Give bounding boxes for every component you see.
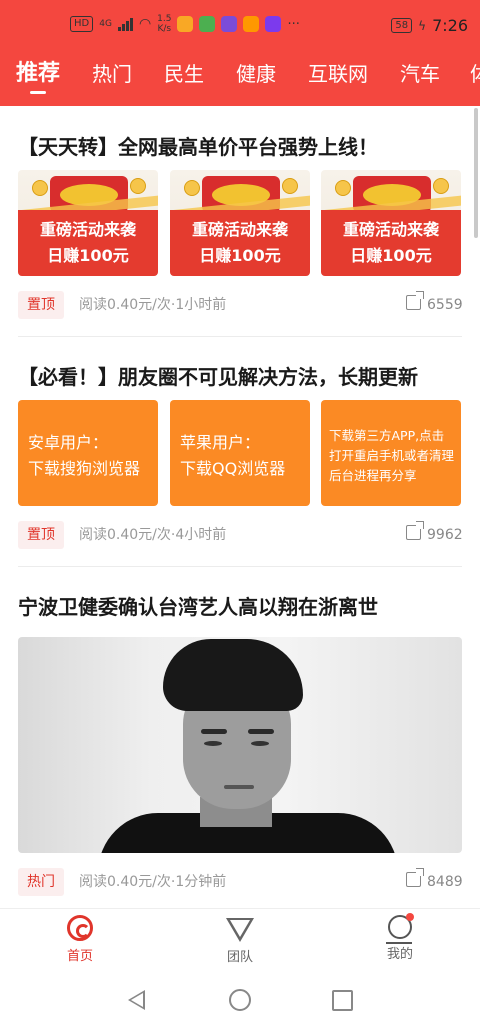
notif-app-icon [221, 16, 238, 32]
share-button[interactable]: 9962 [406, 521, 463, 549]
article-title[interactable]: 【必看！】朋友圈不可见解决方法，长期更新 [18, 361, 418, 390]
share-icon [406, 291, 424, 310]
tile-text: 安卓用户： 下载搜狗浏览器 [28, 433, 141, 478]
promo-headline: 重磅活动来袭 [342, 220, 439, 239]
read-label: 阅读 [79, 297, 107, 313]
divider [18, 566, 462, 567]
promo-subline: 日赚100元 [47, 246, 129, 265]
network-type: 4G [99, 19, 112, 29]
article-meta: 热门 阅读0.40元/次·1分钟前 8489 [18, 868, 463, 898]
back-icon[interactable] [128, 990, 145, 1010]
charging-icon: ϟ [418, 18, 427, 33]
signal-icon [117, 17, 133, 31]
nav-team-label: 团队 [226, 950, 253, 965]
share-count: 8489 [427, 874, 463, 890]
hd-indicator: HD [70, 16, 94, 32]
nav-profile[interactable]: 我的 [360, 913, 440, 962]
battery-icon: 58 [391, 18, 413, 33]
tab-hot[interactable]: 热门 [92, 60, 132, 88]
divider [18, 336, 462, 337]
tab-sports[interactable]: 体 [470, 60, 480, 88]
hot-badge: 热门 [18, 868, 64, 896]
tile-text: 苹果用户： 下载QQ浏览器 [180, 433, 286, 478]
share-count: 6559 [427, 297, 463, 313]
home-icon [67, 915, 93, 941]
read-label: 阅读 [79, 874, 107, 890]
notif-app-icon [265, 16, 282, 32]
notif-app-icon [243, 16, 260, 32]
status-right: 58 ϟ 7:26 [391, 16, 468, 35]
notification-dot [406, 913, 414, 921]
read-price: 0.40元/次 [107, 297, 171, 313]
share-icon [406, 521, 424, 540]
nav-home-label: 首页 [66, 949, 93, 964]
tab-livelihood[interactable]: 民生 [164, 60, 204, 88]
bottom-navigation: 首页 团队 我的 [0, 908, 480, 979]
pinned-badge: 置顶 [18, 521, 64, 549]
profile-icon [386, 913, 414, 944]
share-count: 9962 [427, 527, 463, 543]
nav-home[interactable]: 首页 [40, 915, 120, 964]
home-circle-icon[interactable] [229, 989, 251, 1011]
share-button[interactable]: 8489 [406, 868, 463, 896]
article-meta: 置顶 阅读0.40元/次·4小时前 9962 [18, 521, 463, 551]
article-thumbnail[interactable]: 重磅活动来袭 日赚100元 [170, 170, 310, 276]
nav-profile-label: 我的 [386, 947, 413, 962]
category-tabs: 推荐 热门 民生 健康 互联网 汽车 体 [0, 52, 480, 106]
article-thumbnail[interactable]: 下载第三方APP,点击打开重启手机或者清理后台进程再分享 [321, 400, 461, 506]
read-info: 阅读0.40元/次·4小时前 [79, 521, 226, 549]
wifi-icon: ◠ [138, 16, 152, 32]
clock: 7:26 [432, 16, 468, 35]
publish-time: ·4小时前 [170, 527, 227, 543]
article-thumbnail[interactable]: 安卓用户： 下载搜狗浏览器 [18, 400, 158, 506]
status-bar: HD 4G ◠ 1.5 K/s ··· 58 ϟ 7:26 [0, 0, 480, 52]
promo-subline: 日赚100元 [350, 246, 432, 265]
tile-text: 下载第三方APP,点击打开重启手机或者清理后台进程再分享 [329, 428, 455, 483]
read-info: 阅读0.40元/次·1分钟前 [79, 868, 226, 896]
system-navigation-bar [0, 978, 480, 1026]
notif-app-icon [177, 16, 194, 32]
pinned-badge: 置顶 [18, 291, 64, 319]
diamond-icon [226, 918, 254, 942]
article-meta: 置顶 阅读0.40元/次·1小时前 6559 [18, 291, 463, 321]
active-tab-indicator [30, 91, 46, 94]
scrollbar[interactable] [474, 108, 478, 238]
tab-internet[interactable]: 互联网 [308, 60, 368, 88]
promo-headline: 重磅活动来袭 [191, 220, 288, 239]
article-thumbnail[interactable]: 苹果用户： 下载QQ浏览器 [170, 400, 310, 506]
net-speed-unit: K/s [157, 24, 172, 34]
net-speed: 1.5 K/s [157, 14, 171, 34]
notif-app-icon [199, 16, 216, 32]
more-notifications: ··· [287, 16, 300, 32]
promo-headline: 重磅活动来袭 [39, 220, 136, 239]
promo-subline: 日赚100元 [199, 246, 281, 265]
read-price: 0.40元/次 [107, 527, 171, 543]
article-title[interactable]: 【天天转】全网最高单价平台强势上线！ [18, 131, 378, 160]
article-thumbnail[interactable]: 重磅活动来袭 日赚100元 [321, 170, 461, 276]
publish-time: ·1分钟前 [170, 874, 227, 890]
read-info: 阅读0.40元/次·1小时前 [79, 291, 226, 319]
net-speed-value: 1.5 [157, 14, 172, 24]
read-label: 阅读 [79, 527, 107, 543]
recent-apps-icon[interactable] [332, 990, 353, 1011]
app-header: HD 4G ◠ 1.5 K/s ··· 58 ϟ 7:26 推荐 热门 民生 健… [0, 0, 480, 106]
tab-auto[interactable]: 汽车 [400, 60, 440, 88]
nav-team[interactable]: 团队 [200, 915, 280, 965]
article-title[interactable]: 宁波卫健委确认台湾艺人高以翔在浙离世 [18, 591, 378, 620]
share-button[interactable]: 6559 [406, 291, 463, 319]
tab-recommend[interactable]: 推荐 [16, 60, 60, 88]
share-icon [406, 868, 424, 887]
publish-time: ·1小时前 [170, 297, 227, 313]
article-thumbnail[interactable]: 重磅活动来袭 日赚100元 [18, 170, 158, 276]
read-price: 0.40元/次 [107, 874, 171, 890]
tab-health[interactable]: 健康 [236, 60, 276, 88]
article-photo[interactable] [18, 637, 462, 853]
status-left: HD 4G ◠ 1.5 K/s ··· [70, 14, 300, 34]
